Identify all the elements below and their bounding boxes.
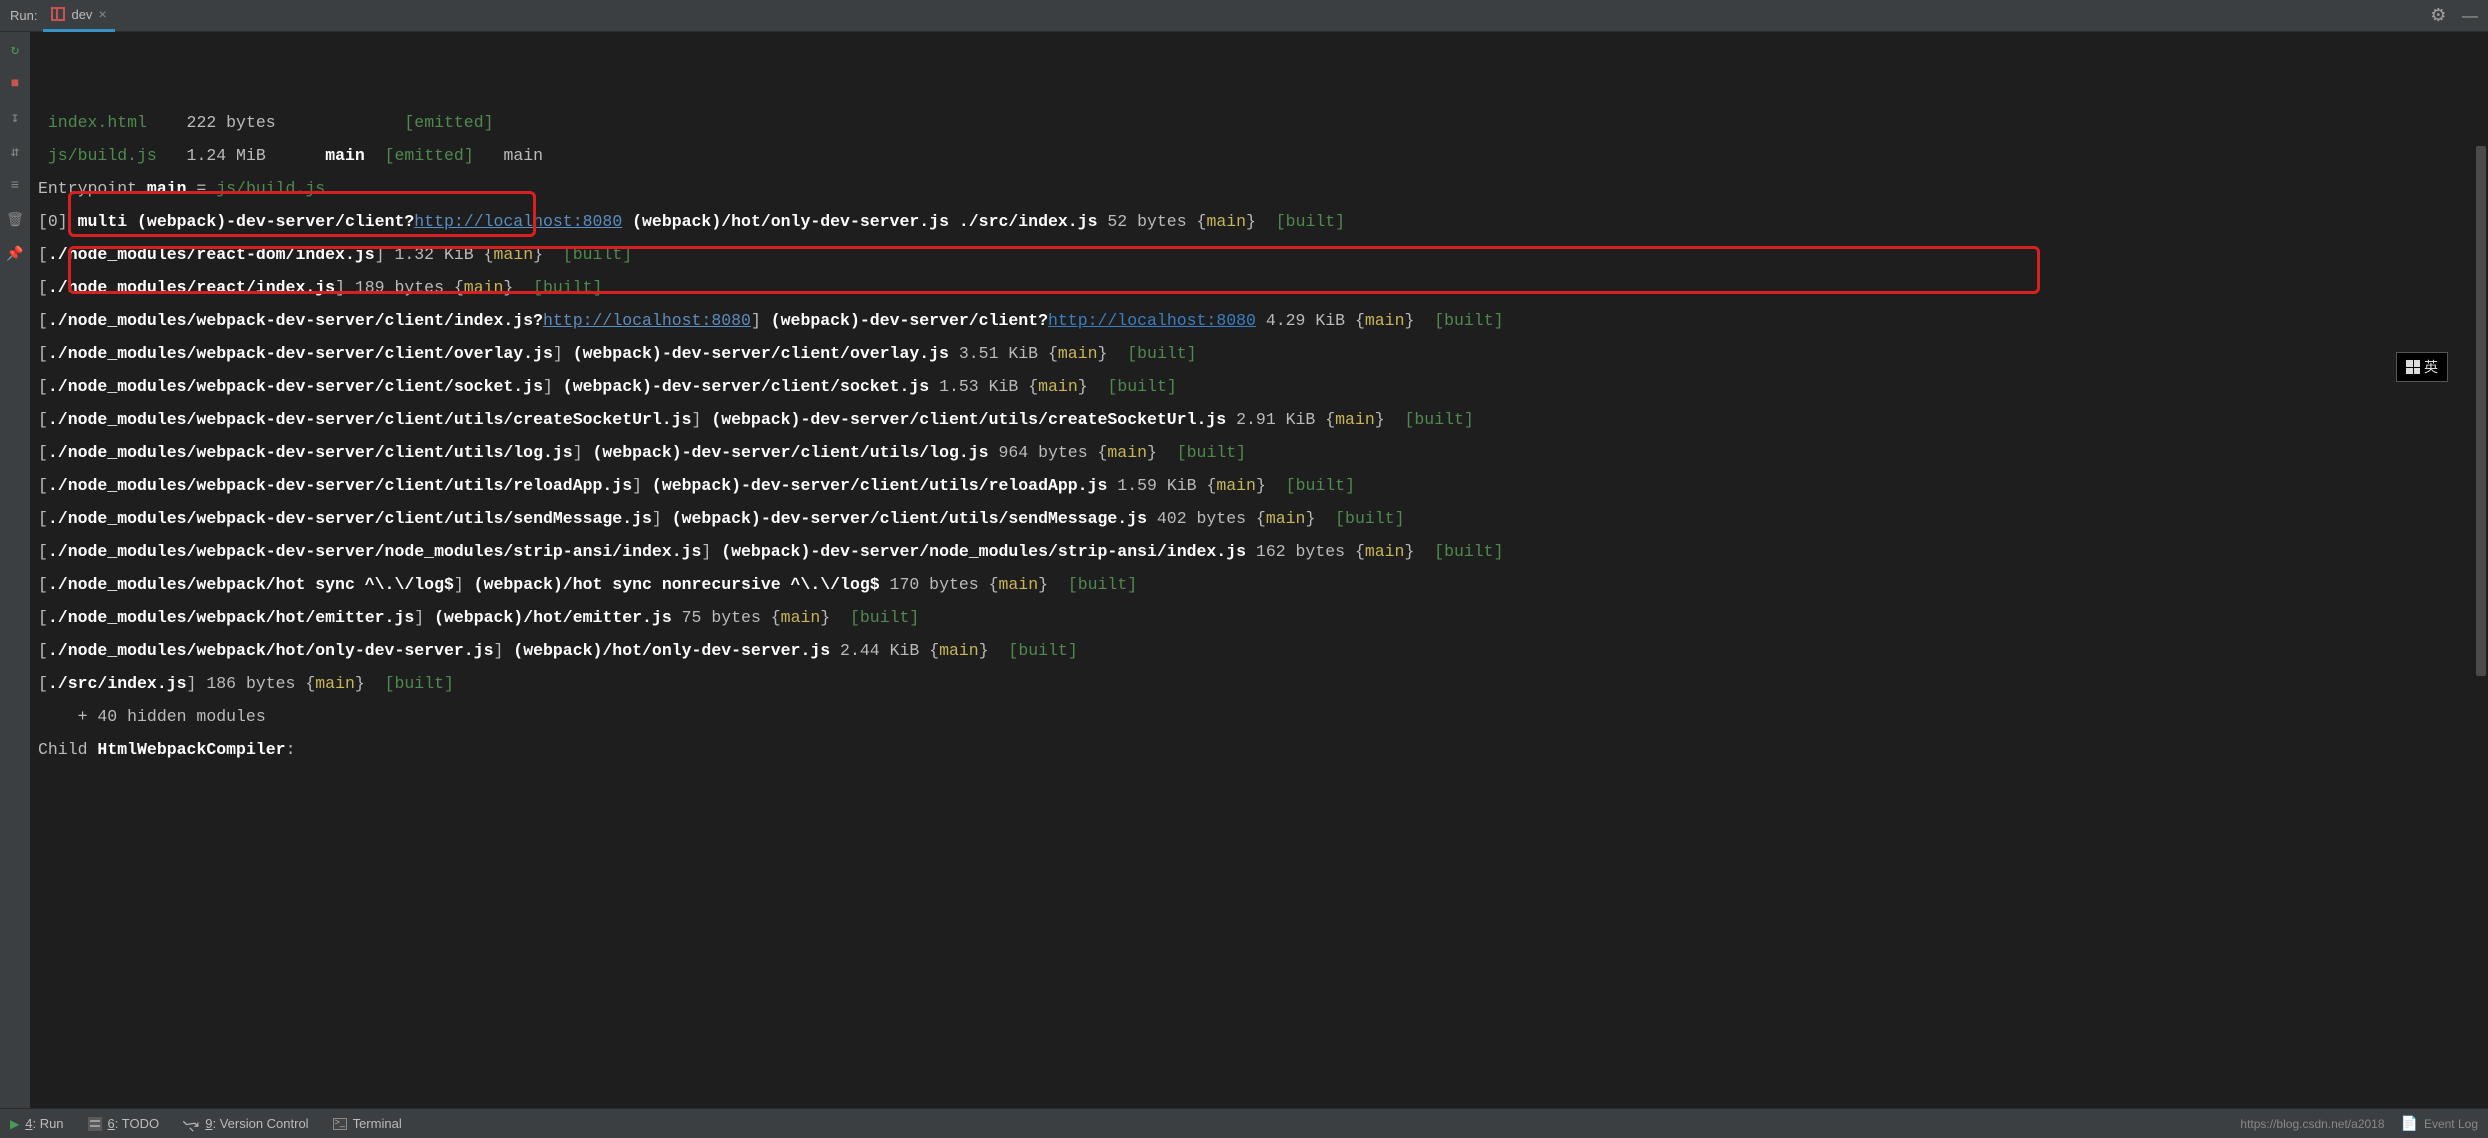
pin-tab-button[interactable]: 📌	[5, 244, 25, 264]
run-tool-tab-bar: Run: dev × ⚙ —	[0, 0, 2488, 32]
tool-window-event-log[interactable]: 📄 Event Log	[2401, 1115, 2478, 1132]
tool-window-terminal[interactable]: Terminal	[333, 1116, 402, 1131]
run-tool-gutter: ↻ ■ ↧ ⇵ ≡ 🗑 📌	[0, 32, 30, 1108]
toggle-soft-wrap-button[interactable]: ⇵	[5, 142, 25, 162]
run-panel-label: Run:	[10, 8, 37, 23]
minimize-panel-icon[interactable]: —	[2462, 8, 2478, 25]
npm-run-icon	[51, 7, 65, 21]
tool-window-run[interactable]: ▶ 4: Run	[10, 1116, 64, 1131]
status-bar: ▶ 4: Run 6: TODO ⎇ 9: Version Control Te…	[0, 1108, 2488, 1138]
tool-window-version-control[interactable]: ⎇ 9: Version Control	[183, 1115, 308, 1132]
rerun-button[interactable]: ↻	[5, 40, 25, 60]
print-stack-button[interactable]: ≡	[5, 176, 25, 196]
console-output[interactable]: index.html 222 bytes [emitted] js/build.…	[30, 32, 2488, 1108]
ime-indicator[interactable]: 英	[2396, 352, 2448, 382]
tool-window-todo[interactable]: 6: TODO	[88, 1116, 160, 1131]
close-tab-icon[interactable]: ×	[98, 6, 106, 22]
clear-all-button[interactable]: 🗑	[5, 210, 25, 230]
run-config-tab-dev[interactable]: dev ×	[43, 0, 114, 32]
todo-icon	[88, 1117, 102, 1131]
console-scrollbar[interactable]	[2476, 40, 2486, 1100]
scroll-to-end-button[interactable]: ↧	[5, 108, 25, 128]
settings-gear-icon[interactable]: ⚙	[2430, 5, 2446, 25]
console-scrollbar-thumb[interactable]	[2476, 146, 2486, 676]
terminal-icon	[333, 1118, 347, 1130]
vcs-branch-icon: ⎇	[179, 1112, 202, 1135]
ime-label: 英	[2424, 357, 2438, 377]
run-arrow-icon: ▶	[10, 1117, 19, 1131]
watermark-text: https://blog.csdn.net/a2018	[2240, 1117, 2384, 1131]
event-log-icon: 📄	[2401, 1115, 2418, 1132]
run-config-tab-label: dev	[71, 7, 92, 22]
windows-logo-icon	[2406, 360, 2420, 374]
stop-button[interactable]: ■	[5, 74, 25, 94]
